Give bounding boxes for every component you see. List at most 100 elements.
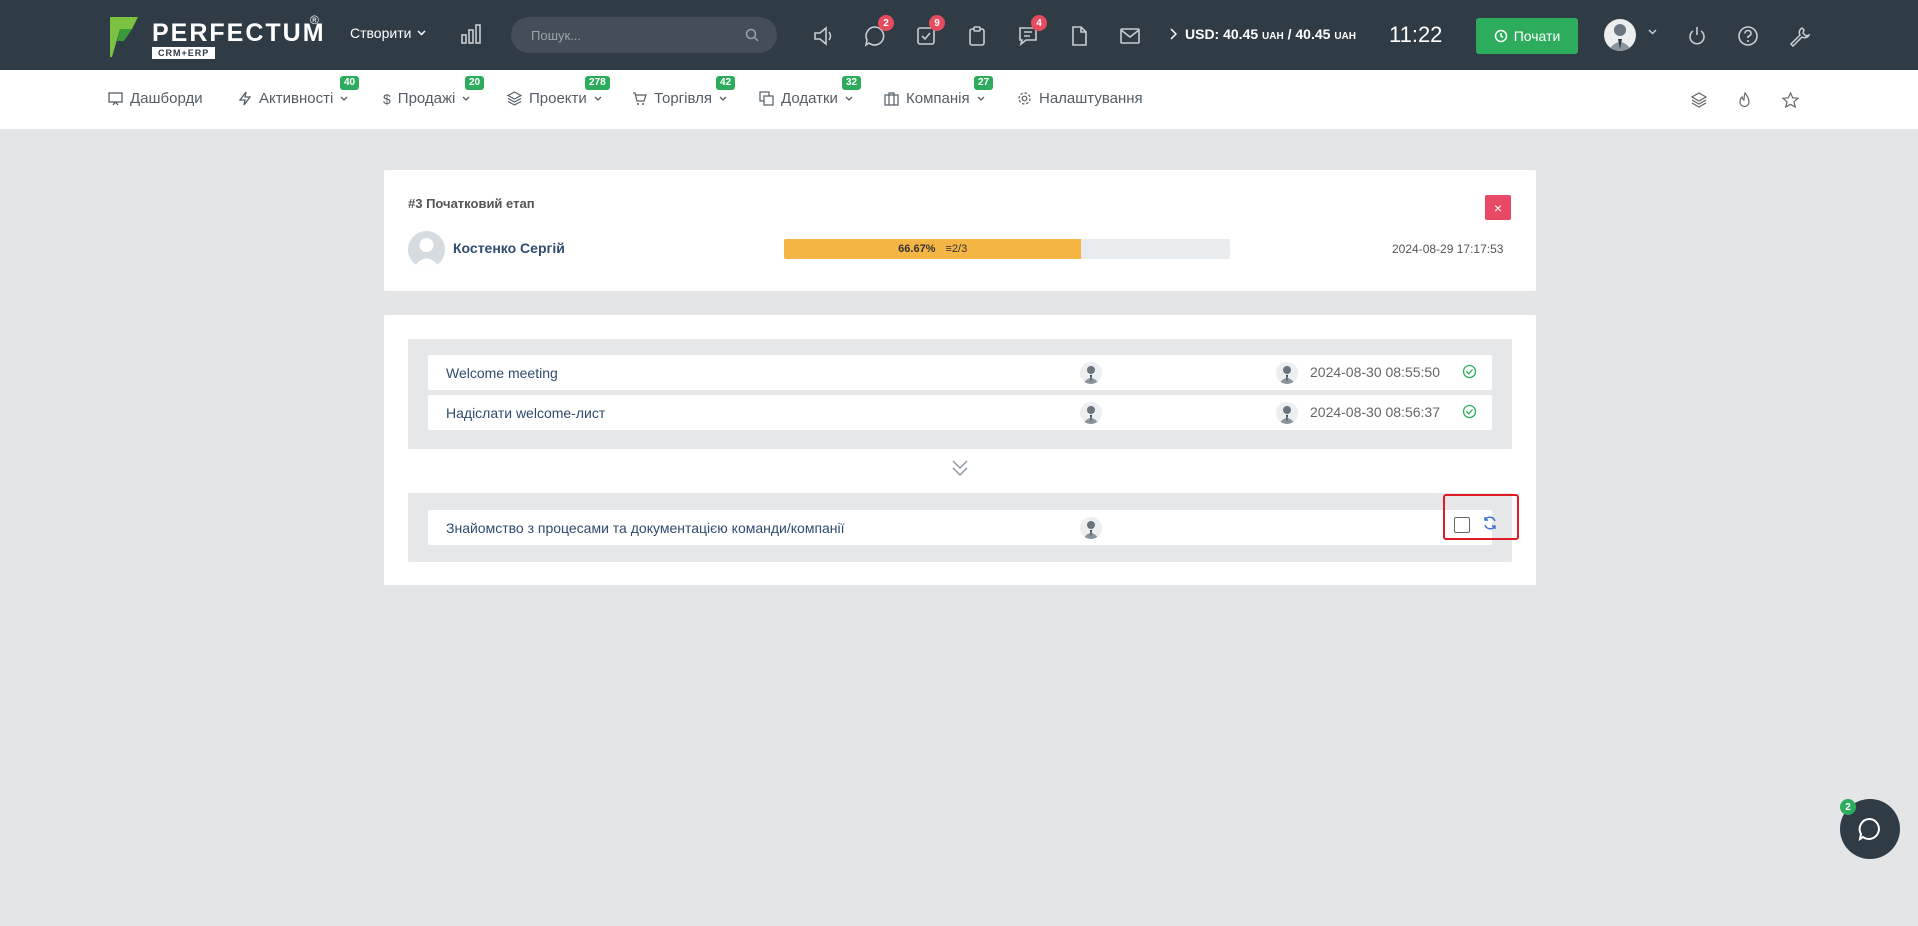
tasks-card: Welcome meeting 2024-08-30 08:55:50 Наді… bbox=[384, 315, 1536, 585]
stage-progress-bar: 66.67% ≡2/3 bbox=[784, 239, 1230, 259]
chat-notifications-icon[interactable]: 2 bbox=[862, 15, 894, 49]
pending-tasks-group: Знайомство з процесами та документацією … bbox=[408, 493, 1519, 562]
task-completed-date: 2024-08-30 08:56:37 bbox=[1310, 404, 1440, 420]
create-label: Створити bbox=[350, 25, 412, 41]
currency-unit-1: UAH bbox=[1262, 31, 1284, 42]
currency-rate: USD: 40.45 UAH / 40.45 UAH bbox=[1170, 26, 1356, 42]
copy-icon bbox=[759, 91, 774, 106]
presentation-icon bbox=[108, 92, 123, 106]
task-completed-date: 2024-08-30 08:55:50 bbox=[1310, 364, 1440, 380]
nav-badge: 278 bbox=[585, 76, 610, 90]
wrench-icon[interactable] bbox=[1786, 23, 1812, 49]
nav-label: Налаштування bbox=[1039, 90, 1143, 107]
mail-icon[interactable] bbox=[1117, 23, 1143, 49]
currency-sep: / 40.45 bbox=[1287, 26, 1331, 42]
assignee-avatar bbox=[1080, 517, 1102, 539]
progress-percent: 66.67% bbox=[898, 243, 936, 255]
nav-badge: 27 bbox=[974, 76, 994, 90]
task-row: Welcome meeting 2024-08-30 08:55:50 bbox=[428, 355, 1492, 390]
currency-text: USD: 40.45 bbox=[1185, 26, 1259, 42]
logo-text: PERFECTUM bbox=[152, 19, 326, 47]
nav-item-company[interactable]: Компанія 27 bbox=[884, 76, 994, 107]
task-name[interactable]: Надіслати welcome-лист bbox=[446, 405, 605, 421]
fire-icon[interactable] bbox=[1734, 89, 1756, 111]
close-icon: × bbox=[1493, 199, 1503, 216]
nav-badge: 40 bbox=[340, 76, 360, 90]
create-dropdown[interactable]: Створити bbox=[350, 25, 426, 41]
close-button[interactable]: × bbox=[1485, 195, 1511, 220]
nav-item-trade[interactable]: Торгівля 42 bbox=[632, 76, 736, 107]
tasks-badge: 9 bbox=[929, 15, 945, 31]
nav-label: Активності bbox=[259, 90, 334, 107]
chevron-down-icon bbox=[977, 96, 985, 101]
chat-badge: 2 bbox=[878, 15, 894, 31]
chevron-down-icon bbox=[594, 96, 602, 101]
messages-badge: 4 bbox=[1031, 15, 1047, 31]
stage-date: 2024-08-29 17:17:53 bbox=[1392, 242, 1504, 256]
start-label: Почати bbox=[1513, 28, 1561, 44]
document-icon[interactable] bbox=[1066, 23, 1092, 49]
logo[interactable]: PERFECTUM ® CRM+ERP bbox=[108, 13, 328, 61]
search-input[interactable] bbox=[531, 27, 731, 43]
chat-button[interactable]: 2 bbox=[1840, 799, 1900, 859]
nav-item-settings[interactable]: Налаштування bbox=[1017, 90, 1143, 107]
nav-item-addons[interactable]: Додатки 32 bbox=[759, 76, 862, 107]
assignee-avatar bbox=[1080, 362, 1102, 384]
nav-label: Дашборди bbox=[130, 90, 203, 107]
clock-icon bbox=[1494, 29, 1507, 43]
progress-count-wrap: ≡2/3 bbox=[945, 243, 968, 255]
chevron-down-icon bbox=[719, 96, 727, 101]
power-icon[interactable] bbox=[1684, 23, 1710, 49]
start-timer-button[interactable]: Почати bbox=[1476, 18, 1578, 54]
nav-label: Додатки bbox=[781, 90, 838, 107]
stage-user-avatar bbox=[408, 231, 445, 268]
nav-item-sales[interactable]: $ Продажі 20 bbox=[383, 76, 485, 107]
nav-label: Продажі bbox=[397, 90, 456, 107]
check-circle-icon bbox=[1462, 364, 1477, 379]
currency-unit-2: UAH bbox=[1334, 31, 1356, 42]
main-nav: Дашборди Активності 40 $ Продажі 20 Прое… bbox=[0, 70, 1918, 130]
progress-fill: 66.67% ≡2/3 bbox=[784, 239, 1082, 259]
task-name[interactable]: Welcome meeting bbox=[446, 365, 558, 381]
assignee-avatar bbox=[1080, 402, 1102, 424]
star-icon[interactable] bbox=[1779, 89, 1801, 111]
help-icon[interactable] bbox=[1735, 23, 1761, 49]
completed-by-avatar bbox=[1276, 402, 1298, 424]
nav-badge: 20 bbox=[465, 76, 485, 90]
layers-icon[interactable] bbox=[1688, 89, 1710, 111]
nav-item-activities[interactable]: Активності 40 bbox=[238, 76, 360, 107]
nav-label: Компанія bbox=[906, 90, 970, 107]
sync-icon[interactable] bbox=[1482, 515, 1498, 531]
stats-icon[interactable] bbox=[460, 23, 482, 48]
search-icon[interactable] bbox=[745, 28, 759, 42]
briefcase-icon bbox=[884, 92, 899, 106]
task-row: Знайомство з процесами та документацією … bbox=[428, 510, 1492, 545]
completed-tasks-group: Welcome meeting 2024-08-30 08:55:50 Наді… bbox=[408, 339, 1512, 449]
double-chevron-down-icon[interactable] bbox=[951, 458, 969, 478]
nav-item-projects[interactable]: Проекти 278 bbox=[507, 76, 610, 107]
stage-user-name[interactable]: Костенко Сергій bbox=[453, 240, 565, 256]
tasks-icon[interactable]: 9 bbox=[913, 15, 945, 49]
messages-icon[interactable]: 4 bbox=[1015, 15, 1047, 49]
chat-fab-badge: 2 bbox=[1840, 799, 1856, 815]
gear-icon bbox=[1018, 92, 1031, 105]
completed-by-avatar bbox=[1276, 362, 1298, 384]
logo-registered: ® bbox=[310, 13, 319, 27]
task-complete-checkbox[interactable] bbox=[1454, 517, 1470, 533]
search-box[interactable] bbox=[511, 17, 777, 53]
stage-card: #3 Початковий етап × Костенко Сергій 66.… bbox=[384, 170, 1536, 291]
cart-icon bbox=[633, 92, 647, 105]
user-avatar[interactable] bbox=[1604, 19, 1636, 51]
stage-title: #3 Початковий етап bbox=[408, 196, 535, 211]
chevron-down-icon bbox=[417, 30, 426, 36]
top-bar: PERFECTUM ® CRM+ERP Створити 2 9 4 USD: … bbox=[0, 0, 1918, 70]
nav-item-dashboards[interactable]: Дашборди bbox=[108, 90, 203, 107]
clipboard-icon[interactable] bbox=[964, 23, 990, 49]
logo-subtitle: CRM+ERP bbox=[152, 47, 216, 59]
chevron-right-icon[interactable] bbox=[1170, 28, 1177, 40]
chevron-down-icon[interactable] bbox=[1648, 29, 1657, 35]
announcements-icon[interactable] bbox=[811, 23, 837, 49]
task-name[interactable]: Знайомство з процесами та документацією … bbox=[446, 520, 845, 536]
progress-count: 2/3 bbox=[951, 243, 968, 255]
chat-bubble-icon bbox=[1858, 817, 1880, 842]
